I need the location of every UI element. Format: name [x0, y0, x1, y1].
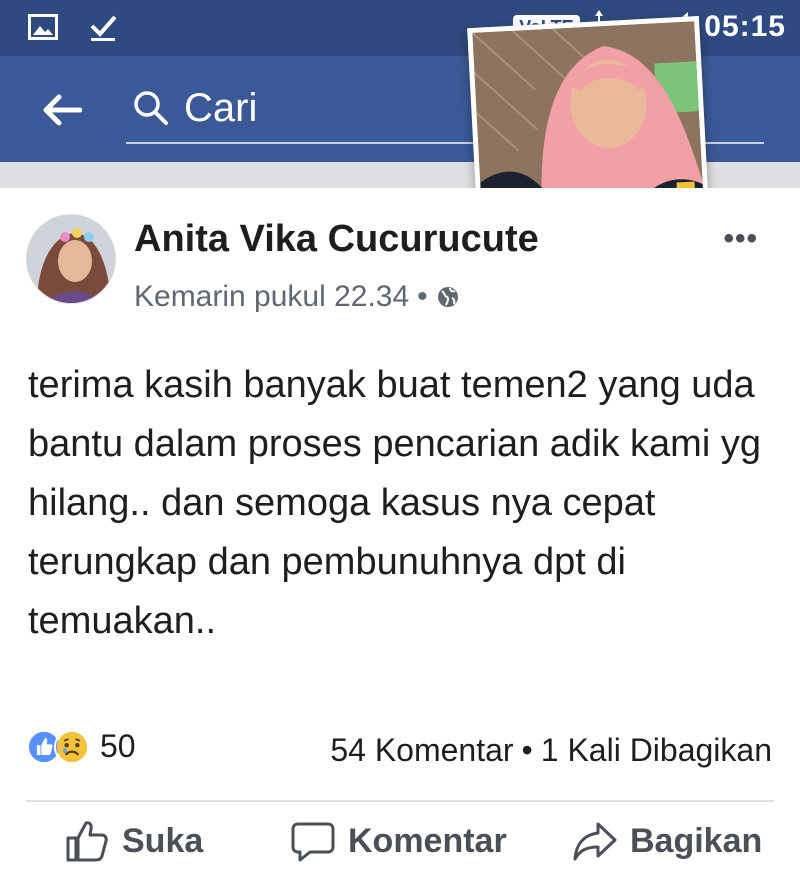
back-arrow-icon: [43, 94, 82, 126]
share-icon: [573, 822, 617, 861]
back-button[interactable]: [40, 88, 84, 132]
comments-count-link[interactable]: 54 Komentar: [330, 732, 513, 769]
globe-icon: [437, 287, 458, 307]
comment-button[interactable]: Komentar: [290, 818, 507, 864]
shares-count-link[interactable]: 1 Kali Dibagikan: [541, 732, 772, 769]
search-icon: [134, 91, 168, 125]
counts-separator: •: [521, 732, 533, 768]
download-done-icon: [88, 12, 118, 47]
post-text: terima kasih banyak buat temen2 yang uda…: [28, 364, 761, 642]
like-button[interactable]: Suka: [64, 818, 203, 864]
divider: [26, 800, 774, 802]
post-card: Anita Vika Cucurucute Kemarin pukul 22.3…: [0, 188, 800, 881]
comment-icon: [291, 822, 335, 862]
post-meta: Kemarin pukul 22.34 •: [134, 280, 460, 314]
more-options-icon[interactable]: •••: [723, 222, 758, 256]
comment-label: Komentar: [348, 821, 507, 860]
share-label: Bagikan: [630, 821, 763, 860]
engagement-counts: 54 Komentar • 1 Kali Dibagikan: [330, 732, 772, 769]
post-timestamp[interactable]: Kemarin pukul 22.34: [134, 280, 409, 314]
reactions-summary[interactable]: 50: [26, 728, 136, 765]
search-placeholder: Cari: [184, 85, 258, 130]
clock: 05:15: [704, 10, 786, 43]
like-label: Suka: [122, 821, 204, 860]
sad-icon: [54, 728, 90, 765]
meta-separator: •: [417, 280, 428, 313]
avatar[interactable]: [26, 214, 116, 304]
author-name[interactable]: Anita Vika Cucurucute: [134, 218, 539, 261]
post-actions: Suka Komentar Bagikan: [0, 818, 800, 878]
share-button[interactable]: Bagikan: [572, 818, 762, 864]
reaction-count: 50: [100, 728, 136, 764]
thumbs-up-icon: [66, 821, 108, 862]
gallery-notification-icon: [28, 14, 58, 45]
